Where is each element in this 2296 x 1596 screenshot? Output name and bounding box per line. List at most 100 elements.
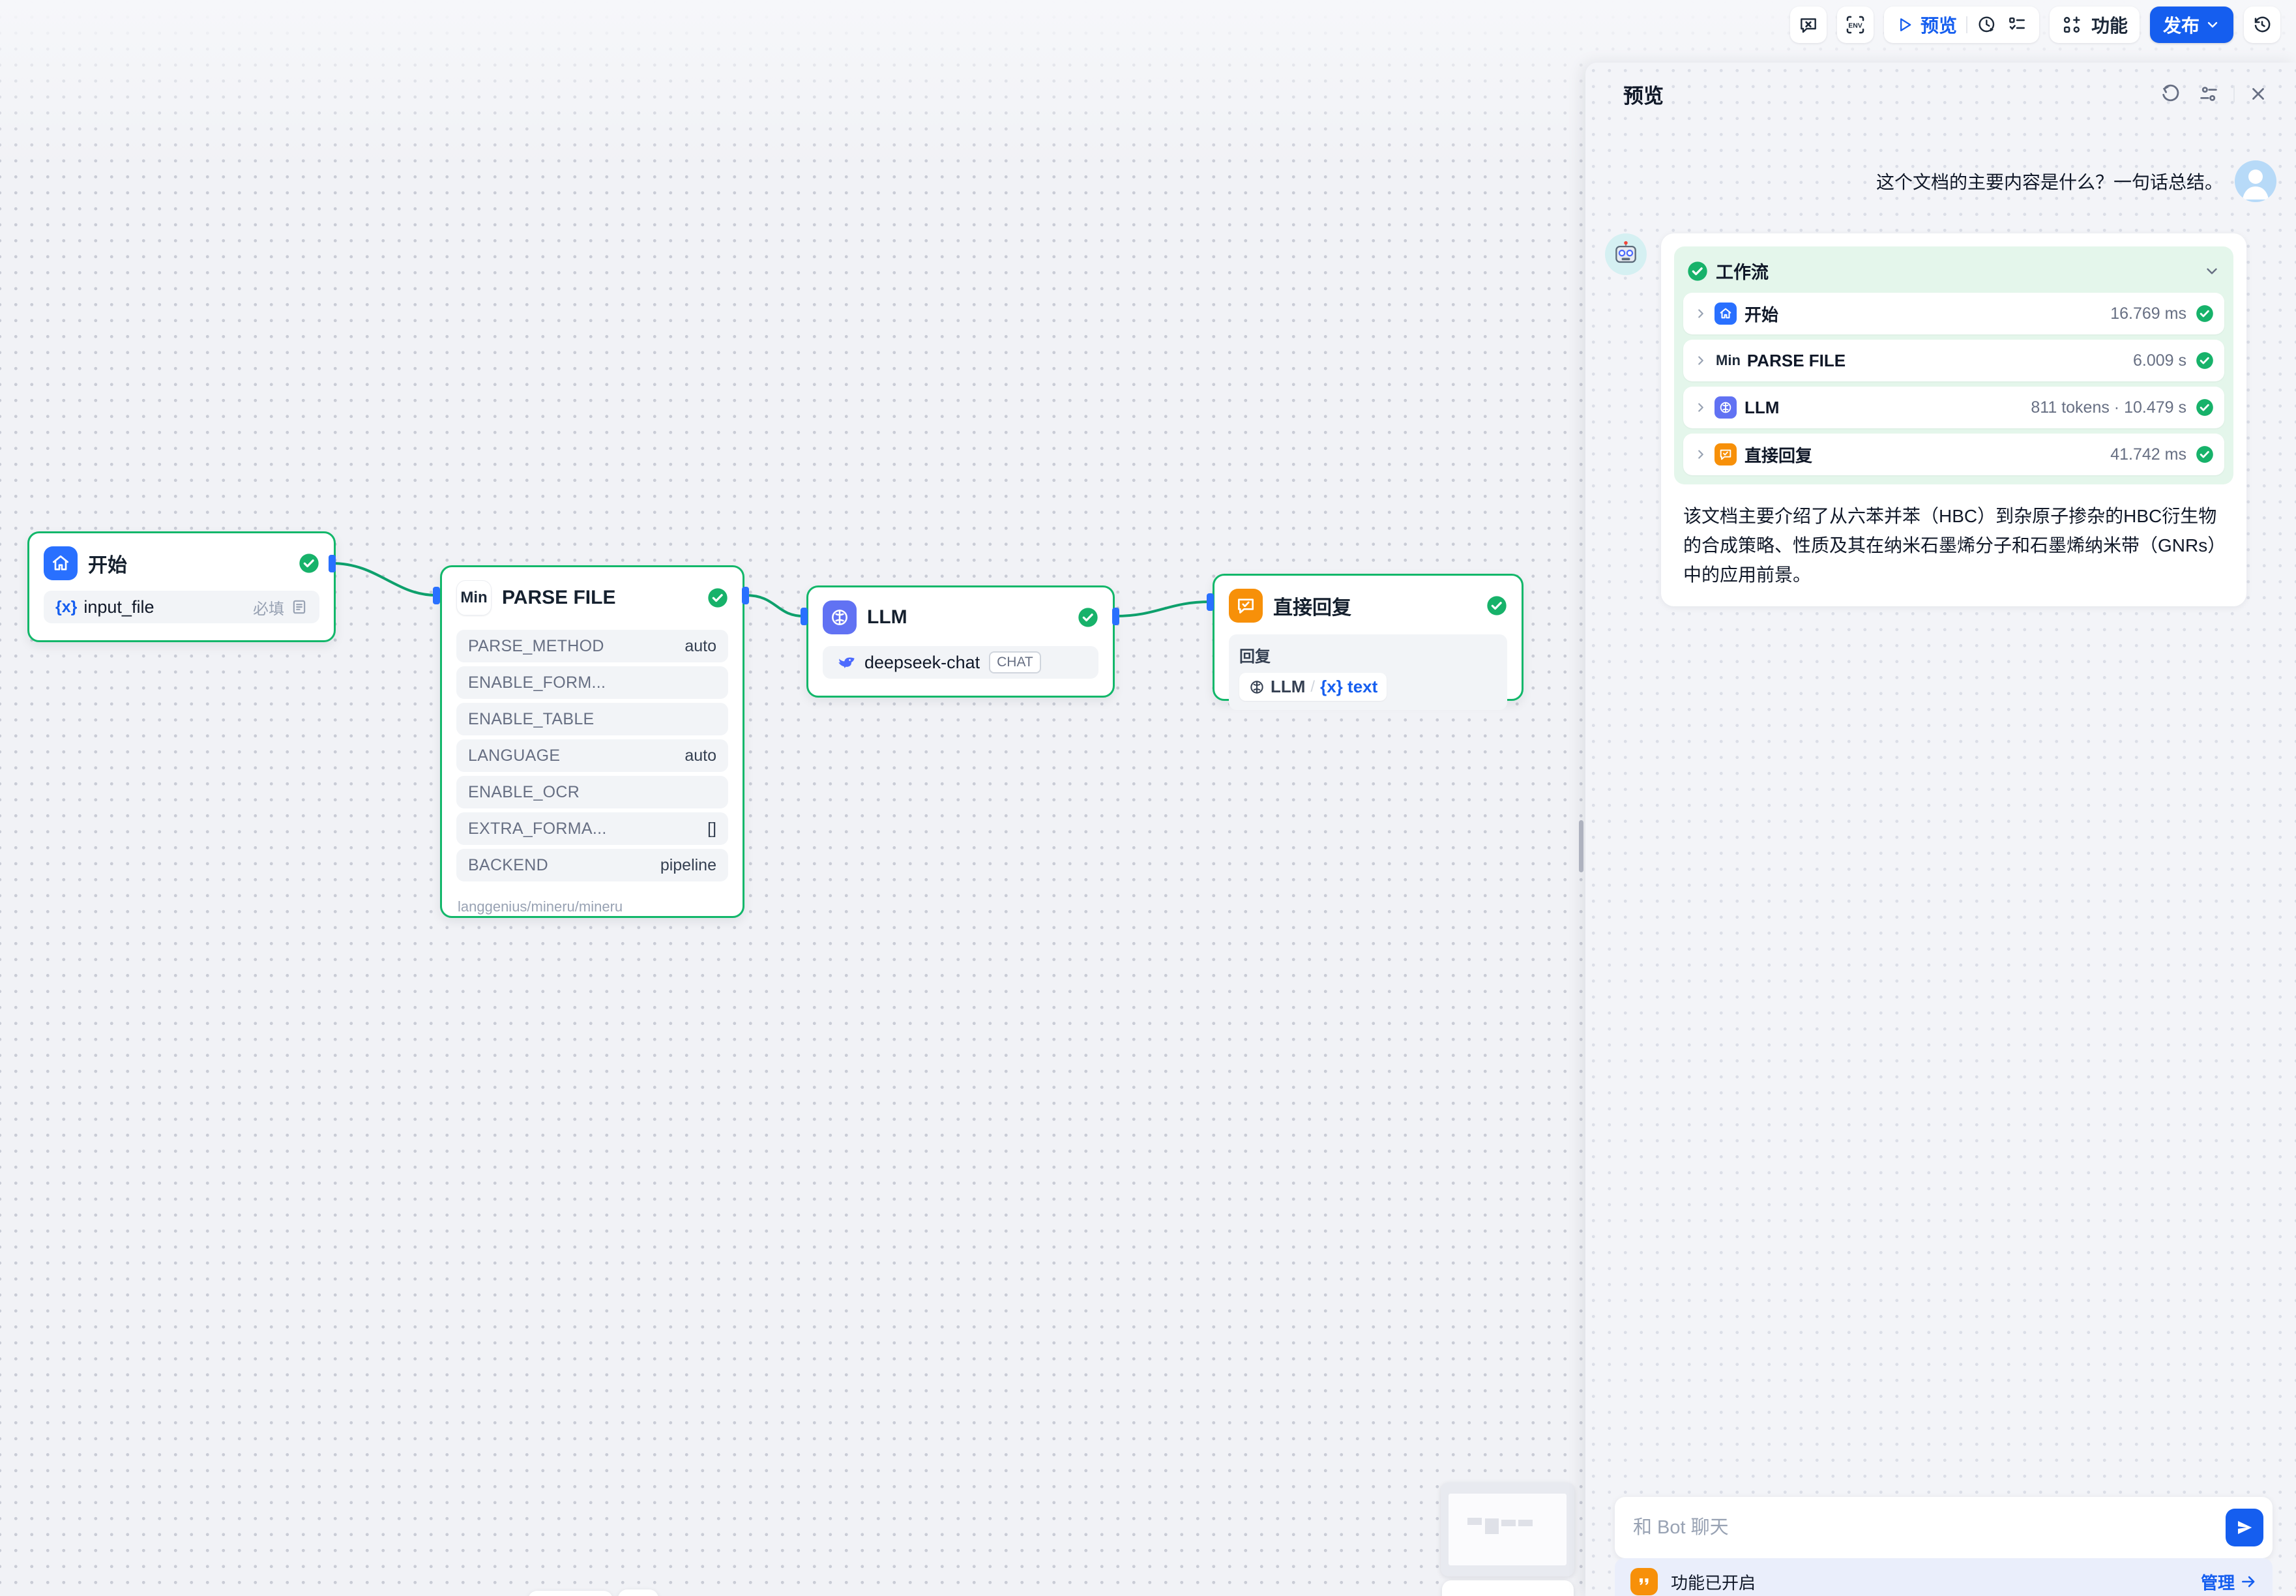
features-icon [2061, 14, 2082, 35]
param-key: ENABLE_FORM... [468, 673, 716, 692]
top-toolbar: ENV 预览 [1790, 7, 2280, 43]
param-row: LANGUAGE auto [456, 739, 728, 772]
chevron-right-icon [1694, 306, 1708, 321]
user-message: 这个文档的主要内容是什么？一句话总结。 [1876, 160, 2276, 205]
preview-title: 预览 [1623, 80, 2147, 109]
mineru-logo-icon: Min [456, 580, 492, 615]
reply-target-handle[interactable] [1207, 593, 1214, 611]
checklist-icon[interactable] [2007, 14, 2027, 35]
ref-variable-name: text [1347, 677, 1377, 696]
success-check-icon [2196, 351, 2214, 370]
variable-inspect-button[interactable] [1790, 7, 1827, 43]
param-row: ENABLE_FORM... [456, 666, 728, 699]
param-value: pipeline [660, 856, 716, 875]
start-variable-row[interactable]: {x} input_file 必填 [44, 591, 319, 623]
llm-target-handle[interactable] [801, 608, 808, 625]
mineru-logo-icon: Min [1716, 352, 1741, 369]
llm-brain-icon [823, 600, 857, 634]
bot-message: 工作流 开始 16.769 ms [1605, 233, 2246, 606]
features-enabled-bar: 功能已开启 管理 [1615, 1558, 2273, 1596]
llm-source-handle[interactable] [1112, 608, 1119, 625]
node-parse-file[interactable]: Min PARSE FILE PARSE_METHOD auto ENABLE_… [440, 565, 744, 918]
send-button[interactable] [2226, 1509, 2263, 1546]
version-history-button[interactable] [2244, 7, 2280, 43]
param-key: ENABLE_TABLE [468, 710, 716, 729]
node-title: 直接回复 [1273, 591, 1476, 620]
publish-label: 发布 [2163, 12, 2200, 38]
llm-model-row[interactable]: deepseek-chat CHAT [823, 646, 1098, 679]
node-start[interactable]: 开始 {x} input_file 必填 [27, 531, 336, 642]
chevron-down-icon [2205, 17, 2220, 33]
features-enabled-text: 功能已开启 [1671, 1570, 2201, 1594]
variable-icon: {x} [1320, 677, 1343, 696]
run-group: 预览 [1884, 7, 2039, 43]
env-text: ENV [1848, 23, 1862, 30]
home-icon [44, 546, 78, 580]
publish-button[interactable]: 发布 [2150, 7, 2233, 43]
chevron-right-icon [1694, 353, 1708, 368]
manage-label: 管理 [2201, 1570, 2235, 1594]
trace-node-meta: 811 tokens · 10.479 s [2031, 398, 2186, 417]
model-name: deepseek-chat [864, 653, 980, 673]
trace-node-name: 开始 [1744, 302, 2110, 326]
send-icon [2235, 1518, 2254, 1537]
start-source-handle[interactable] [329, 555, 336, 572]
trace-node-name: LLM [1744, 398, 2031, 418]
node-direct-reply[interactable]: 直接回复 回复 LLM / {x} text [1213, 574, 1523, 701]
parse-target-handle[interactable] [433, 587, 440, 604]
reply-check-bubble-icon [1715, 443, 1737, 466]
panel-resize-handle[interactable] [1579, 820, 1583, 872]
workflow-canvas[interactable]: ENV 预览 [0, 0, 2296, 1596]
model-type-badge: CHAT [989, 651, 1041, 673]
preview-header: 预览 [1585, 63, 2296, 125]
features-button[interactable]: 功能 [2050, 7, 2140, 43]
param-value: [] [707, 820, 716, 838]
trace-row-direct-reply[interactable]: 直接回复 41.742 ms [1683, 434, 2224, 475]
deepseek-whale-icon [834, 651, 857, 673]
bot-avatar-robot-icon [1605, 233, 1647, 275]
minimap-node [1467, 1518, 1482, 1525]
chevron-right-icon [1694, 447, 1708, 462]
undo-redo-bar[interactable] [618, 1589, 658, 1596]
run-history-icon[interactable] [1977, 14, 1997, 35]
reply-variable-ref[interactable]: LLM / {x} text [1239, 673, 1387, 701]
node-llm[interactable]: LLM deepseek-chat CHAT [806, 585, 1115, 698]
arrow-right-icon [2240, 1573, 2257, 1590]
param-row: ENABLE_TABLE [456, 703, 728, 735]
zoom-control-bar[interactable] [1442, 1580, 1574, 1596]
env-icon: ENV [1844, 14, 1866, 36]
close-panel-button[interactable] [2244, 80, 2273, 108]
success-check-icon [2196, 304, 2214, 323]
canvas-control-bar[interactable] [528, 1591, 613, 1596]
param-list: PARSE_METHOD auto ENABLE_FORM... ENABLE_… [456, 630, 728, 881]
workflow-trace-header[interactable]: 工作流 [1674, 246, 2233, 293]
quote-icon [1630, 1568, 1658, 1595]
bot-answer-text: 该文档主要介绍了从六苯并苯（HBC）到杂原子掺杂的HBC衍生物的合成策略、性质及… [1683, 501, 2224, 589]
minimap-node [1485, 1518, 1499, 1534]
env-variables-button[interactable]: ENV [1837, 7, 1874, 43]
manage-features-link[interactable]: 管理 [2201, 1570, 2257, 1594]
param-row: ENABLE_OCR [456, 776, 728, 808]
reply-section: 回复 LLM / {x} text [1229, 634, 1507, 710]
trace-row-parse-file[interactable]: Min PARSE FILE 6.009 s [1683, 340, 2224, 381]
variable-name: input_file [83, 597, 253, 617]
parse-source-handle[interactable] [742, 587, 749, 604]
minimap[interactable] [1441, 1483, 1574, 1576]
preview-run-button[interactable]: 预览 [1896, 12, 1957, 38]
minimap-node [1518, 1520, 1533, 1526]
param-key: EXTRA_FORMA... [468, 820, 707, 838]
chat-input[interactable] [1632, 1516, 2226, 1539]
param-row: BACKEND pipeline [456, 849, 728, 881]
restart-conversation-button[interactable] [2156, 80, 2185, 108]
param-value: auto [684, 637, 716, 656]
trace-row-start[interactable]: 开始 16.769 ms [1683, 293, 2224, 334]
trace-row-llm[interactable]: LLM 811 tokens · 10.479 s [1683, 387, 2224, 428]
user-message-text: 这个文档的主要内容是什么？一句话总结。 [1876, 160, 2223, 205]
bot-message-bubble: 工作流 开始 16.769 ms [1661, 233, 2246, 606]
plugin-id: langgenius/mineru/mineru [458, 898, 728, 915]
param-row: PARSE_METHOD auto [456, 630, 728, 662]
settings-sliders-button[interactable] [2194, 80, 2223, 108]
success-check-icon [1687, 261, 1708, 282]
success-check-icon [2196, 445, 2214, 464]
ref-separator: / [1310, 678, 1315, 696]
